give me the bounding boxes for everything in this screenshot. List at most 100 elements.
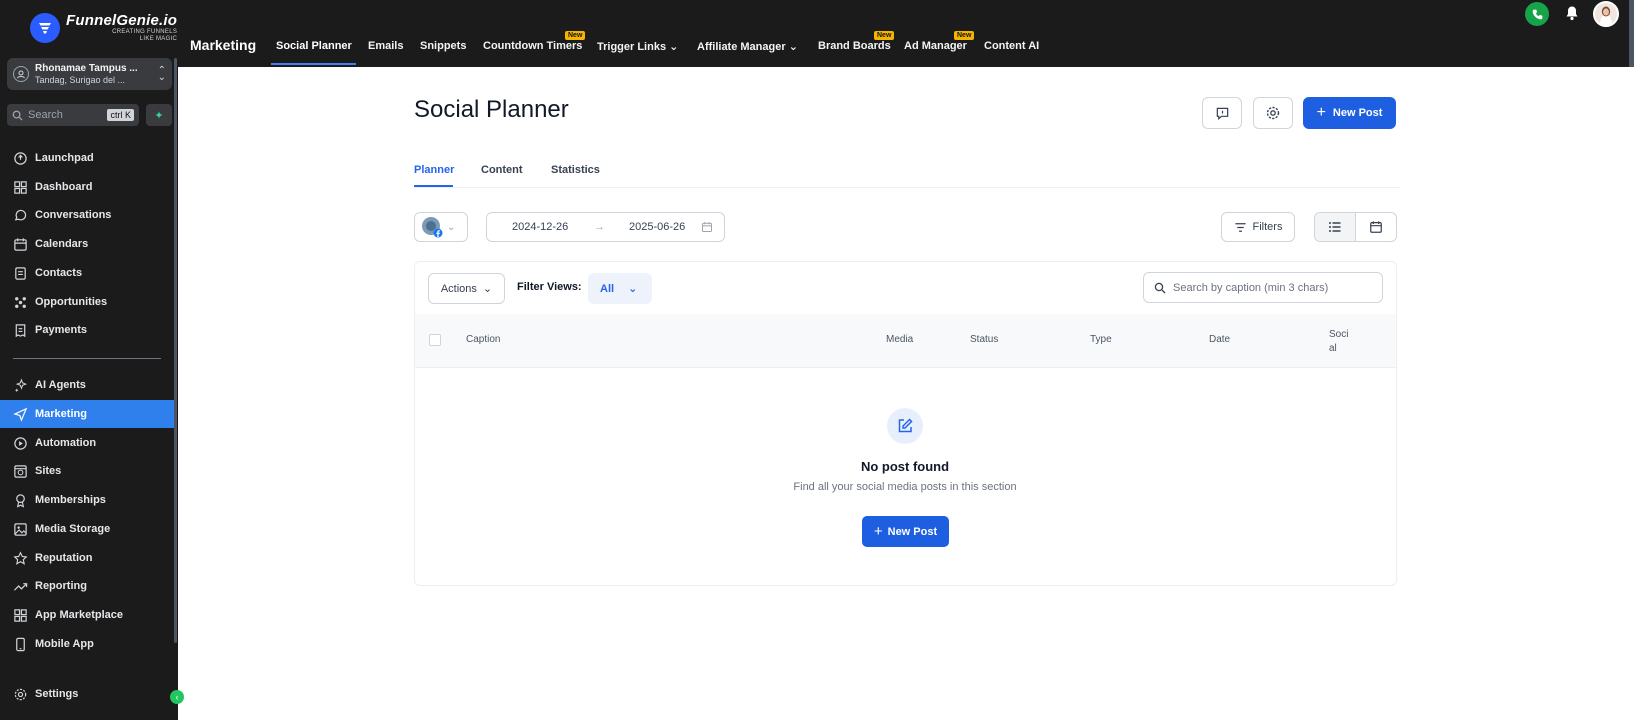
sidebar-item-reputation[interactable]: Reputation (0, 544, 174, 572)
page-title: Social Planner (414, 96, 569, 123)
sidebar-item-settings[interactable]: Settings (0, 680, 174, 708)
sidebar-item-label: Reporting (35, 580, 87, 592)
sidebar-item-label: Automation (35, 437, 97, 449)
page-scrollbar[interactable] (1629, 0, 1634, 67)
tab-snippets[interactable]: Snippets (420, 40, 466, 52)
sidebar-item-label: Dashboard (35, 181, 93, 193)
calendar-icon (14, 237, 27, 251)
sidebar-item-payments[interactable]: Payments (0, 316, 174, 344)
sidebar-scrollbar[interactable] (174, 58, 177, 643)
sidebar-item-media-storage[interactable]: Media Storage (0, 515, 174, 543)
gear-icon (1266, 106, 1280, 120)
sparkle-icon (14, 377, 28, 392)
sidebar-item-label: AI Agents (35, 379, 86, 391)
apps-icon (14, 608, 27, 622)
sidebar-divider (13, 358, 161, 359)
membership-icon (16, 493, 25, 508)
chevron-down-icon: ⌄ (788, 41, 798, 53)
brand-logo[interactable]: FunnelGenie.io CREATING FUNNELS LIKE MAG… (30, 12, 177, 43)
sidebar-item-launchpad[interactable]: Launchpad (0, 144, 174, 172)
column-header-caption[interactable]: Caption (466, 334, 500, 345)
filter-views-label: Filter Views: (517, 281, 582, 293)
start-date[interactable]: 2024-12-26 (512, 221, 568, 233)
tab-statistics[interactable]: Statistics (551, 164, 600, 176)
user-avatar-icon (1595, 3, 1617, 25)
account-switcher[interactable]: Rhonamae Tampus ... Tandag, Surigao del … (7, 58, 172, 90)
sidebar-item-app-marketplace[interactable]: App Marketplace (0, 601, 174, 629)
sidebar-item-label: Mobile App (35, 638, 94, 650)
sidebar-item-ai-agents[interactable]: AI Agents (0, 371, 174, 399)
tab-social-planner[interactable]: Social Planner (276, 40, 352, 52)
empty-new-post-button[interactable]: + New Post (862, 516, 949, 547)
app-root: FunnelGenie.io CREATING FUNNELS LIKE MAG… (0, 0, 1634, 720)
sidebar-item-label: Contacts (35, 267, 83, 279)
new-badge: New (874, 31, 895, 40)
chevron-down-icon: ⌄ (669, 41, 679, 53)
sidebar-item-dashboard[interactable]: Dashboard (0, 173, 174, 201)
trend-icon (13, 582, 28, 591)
edit-icon (898, 418, 913, 433)
search-shortcut: ctrl K (107, 109, 134, 121)
filter-views-select[interactable]: All ⌄ (588, 273, 652, 304)
tab-emails[interactable]: Emails (368, 40, 403, 52)
calendar-icon (1370, 221, 1382, 233)
receipt-icon (15, 323, 26, 337)
filter-lines-icon (1234, 222, 1246, 232)
tab-ad-manager[interactable]: Ad Manager (904, 40, 967, 52)
sidebar-item-mobile-app[interactable]: Mobile App (0, 630, 174, 658)
settings-button[interactable] (1253, 97, 1293, 129)
chevron-left-icon: ‹ (175, 692, 179, 702)
notifications-button[interactable] (1565, 5, 1579, 26)
search-icon (1154, 282, 1166, 293)
column-header-status[interactable]: Status (970, 334, 998, 345)
tab-affiliate-manager[interactable]: Affiliate Manager ⌄ (697, 40, 798, 53)
date-range-picker[interactable]: 2024-12-26 → 2025-06-26 (486, 212, 725, 242)
feedback-button[interactable] (1202, 97, 1242, 129)
column-header-media[interactable]: Media (886, 334, 913, 345)
empty-new-post-label: New Post (887, 525, 938, 538)
caption-search-input[interactable]: Search by caption (min 3 chars) (1143, 272, 1383, 303)
new-post-button[interactable]: + New Post (1303, 97, 1396, 129)
sidebar-item-reporting[interactable]: Reporting (0, 572, 174, 600)
image-icon (14, 522, 27, 536)
sidebar-item-label: App Marketplace (35, 609, 124, 621)
sidebar-item-opportunities[interactable]: Opportunities (0, 288, 174, 316)
column-header-date[interactable]: Date (1209, 334, 1230, 345)
column-header-social[interactable]: Soci al (1329, 328, 1353, 356)
user-avatar[interactable] (1593, 1, 1619, 27)
sidebar-search-placeholder: Search (28, 109, 63, 121)
end-date[interactable]: 2025-06-26 (629, 221, 685, 233)
list-view-button[interactable] (1315, 213, 1356, 241)
social-account-avatar-icon (422, 217, 443, 238)
tab-brand-boards[interactable]: Brand Boards (818, 40, 891, 52)
list-icon (1329, 222, 1341, 232)
actions-label: Actions (440, 282, 477, 295)
column-header-type[interactable]: Type (1090, 334, 1112, 345)
sidebar-search[interactable]: Search ctrl K (7, 104, 139, 126)
sidebar-item-label: Marketing (35, 408, 87, 420)
brand-name: FunnelGenie.io (66, 12, 178, 29)
social-account-selector[interactable]: ⌄ (414, 212, 468, 242)
tab-trigger-links[interactable]: Trigger Links ⌄ (597, 40, 678, 53)
phone-call-button[interactable] (1525, 2, 1549, 26)
tab-planner[interactable]: Planner (414, 164, 454, 176)
sidebar-item-calendars[interactable]: Calendars (0, 230, 174, 258)
new-post-label: New Post (1332, 107, 1383, 119)
sidebar-item-marketing[interactable]: Marketing (0, 400, 174, 428)
collapse-sidebar-button[interactable]: ‹ (170, 690, 184, 704)
empty-state-title: No post found (860, 459, 950, 474)
calendar-view-button[interactable] (1356, 213, 1396, 241)
sidebar-item-automation[interactable]: Automation (0, 429, 174, 457)
actions-dropdown[interactable]: Actions ⌄ (428, 273, 505, 304)
select-all-checkbox[interactable] (429, 334, 441, 346)
sidebar-item-contacts[interactable]: Contacts (0, 259, 174, 287)
filters-button[interactable]: Filters (1221, 212, 1295, 242)
sidebar-item-label: Media Storage (35, 523, 111, 535)
location-icon (13, 66, 29, 82)
tab-label: Affiliate Manager (697, 41, 786, 53)
tab-content-ai[interactable]: Content AI (984, 40, 1039, 52)
tab-content[interactable]: Content (481, 164, 523, 176)
sidebar-item-conversations[interactable]: Conversations (0, 201, 174, 229)
quick-action-button[interactable]: ✦ (146, 104, 172, 126)
tab-countdown-timers[interactable]: Countdown Timers (483, 40, 582, 52)
